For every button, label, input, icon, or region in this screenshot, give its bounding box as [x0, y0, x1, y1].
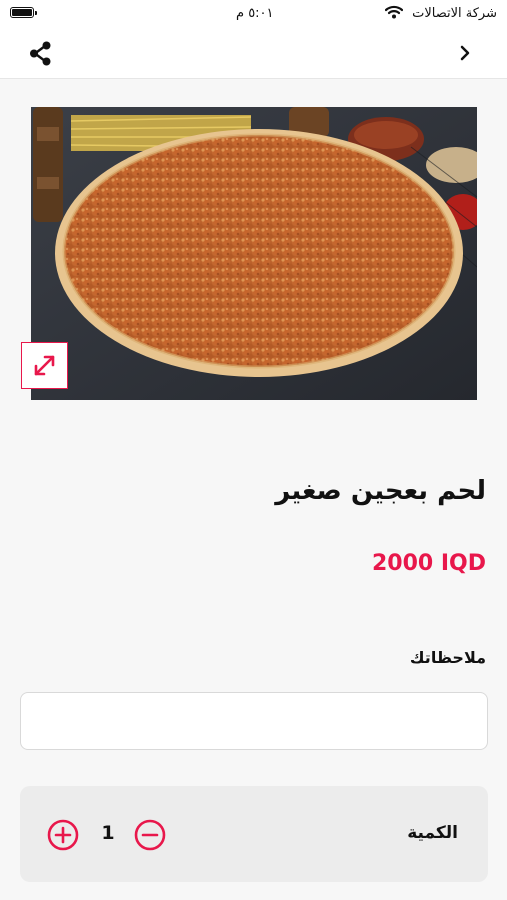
product-title: لحم بعجين صغير	[275, 476, 486, 506]
expand-image-button[interactable]	[21, 342, 68, 389]
quantity-label: الكمية	[407, 823, 458, 843]
quantity-stepper: 1 الكمية	[20, 786, 488, 882]
product-image	[31, 107, 477, 400]
chevron-right-icon	[460, 45, 470, 61]
share-button[interactable]	[26, 39, 56, 69]
nav-bar	[0, 30, 507, 79]
minus-circle-icon	[134, 819, 166, 851]
status-bar: ٥:٠١ م شركة الاتصالات	[0, 0, 507, 30]
share-icon	[30, 41, 51, 66]
back-button[interactable]	[453, 41, 477, 65]
wifi-icon	[384, 5, 404, 23]
battery-icon	[10, 7, 37, 18]
expand-icon	[34, 355, 55, 376]
product-price: 2000 IQD	[371, 551, 486, 576]
notes-label: ملاحظاتك	[409, 648, 486, 667]
plus-circle-icon	[47, 819, 79, 851]
decrease-quantity-button[interactable]	[134, 819, 166, 851]
quantity-value: 1	[101, 822, 115, 844]
carrier-name: شركة الاتصالات	[412, 6, 497, 21]
increase-quantity-button[interactable]	[47, 819, 79, 851]
status-time: ٥:٠١ م	[236, 6, 274, 21]
notes-input[interactable]	[20, 692, 488, 750]
